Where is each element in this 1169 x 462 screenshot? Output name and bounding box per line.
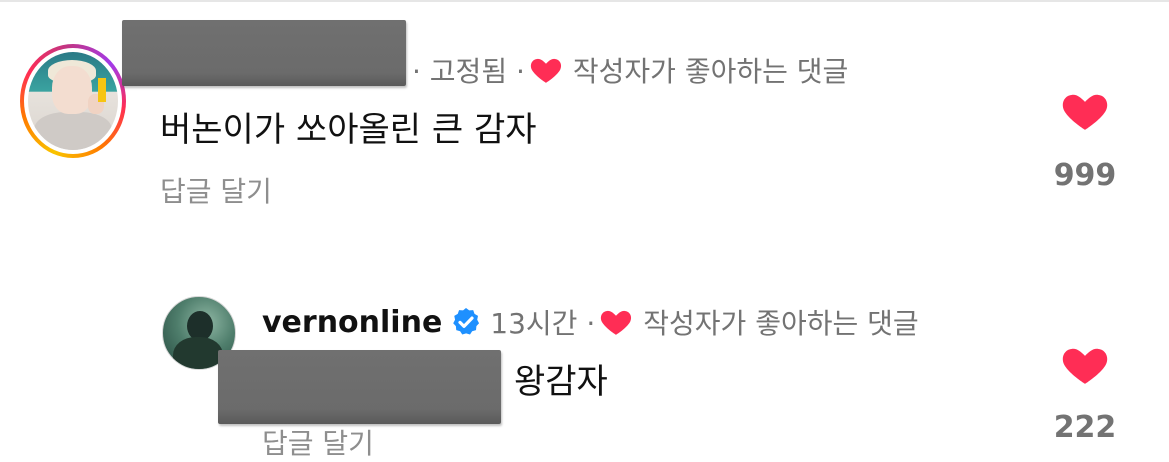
creator-liked-label: 작성자가 좋아하는 댓글 [572,55,849,88]
redacted-mention [218,350,501,424]
comment-meta: · 고정됨 · 작성자가 좋아하는 댓글 [412,50,848,90]
like-heart-icon[interactable] [1060,86,1110,132]
avatar-body [173,337,223,369]
avatar-background-arrow [98,78,106,102]
redacted-username [122,20,406,86]
like-count: 999 [1053,158,1117,193]
avatar [28,52,118,150]
creator-heart-icon [530,58,561,83]
avatar-face [52,66,92,114]
reply-meta: vernonline 13시간 · 작성자가 좋아하는 댓글 [262,302,919,342]
avatar-ring-gap [24,48,122,154]
creator-heart-icon [601,310,632,335]
top-divider [0,0,1169,2]
pinned-label: · 고정됨 · [412,55,525,88]
comment-text: 버논이가 쏘아올린 큰 감자 [160,110,537,150]
story-ring-avatar[interactable] [20,44,126,158]
timestamp: 13시간 · [490,307,596,340]
like-heart-icon[interactable] [1060,340,1110,386]
like-count: 222 [1053,410,1117,445]
reply-button[interactable]: 답글 달기 [160,170,272,210]
reply-button[interactable]: 답글 달기 [262,422,374,462]
comment-text: 왕감자 [514,362,608,402]
verified-badge-icon [453,308,480,335]
creator-liked-label: 작성자가 좋아하는 댓글 [643,307,919,340]
avatar-shirt [34,112,112,150]
username-link[interactable]: vernonline [262,305,442,340]
